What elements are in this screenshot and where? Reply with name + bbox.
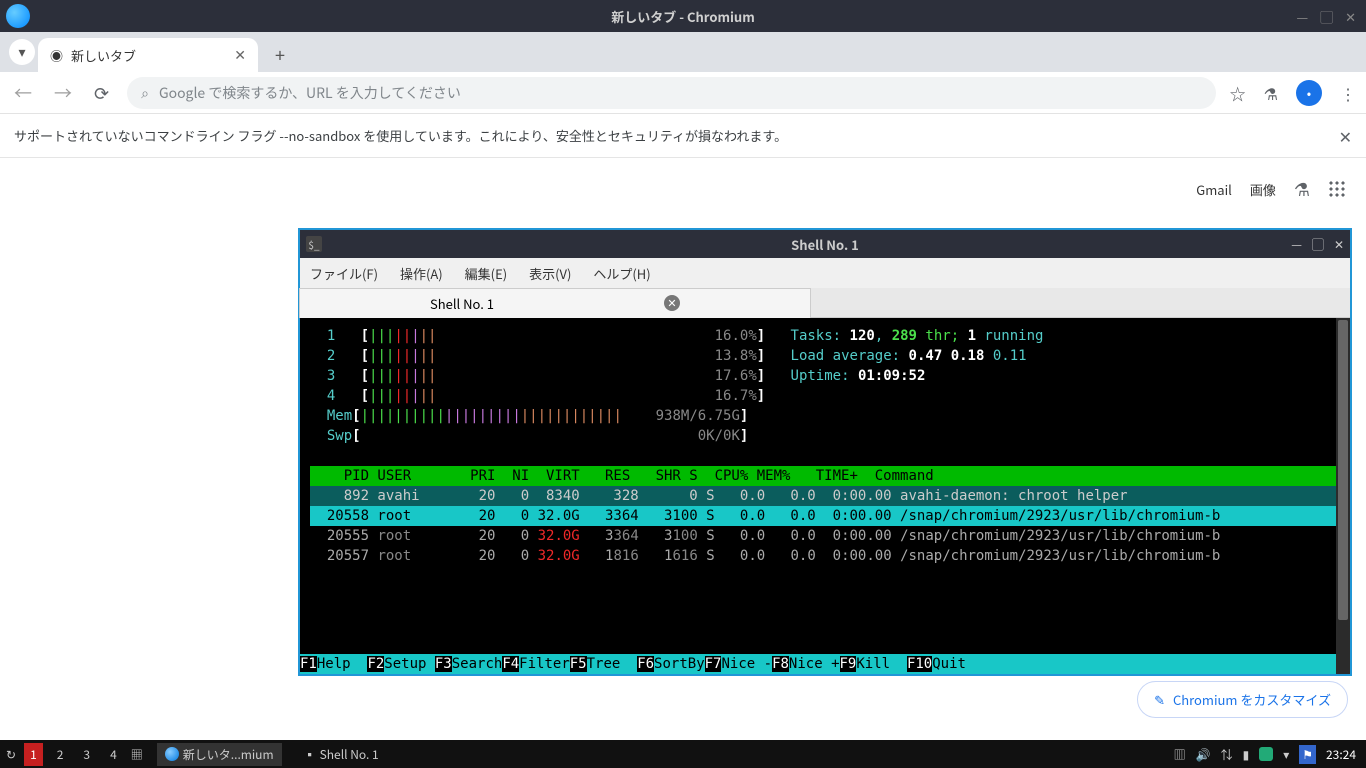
globe-icon: ◉ xyxy=(50,46,63,65)
browser-tab[interactable]: ◉ 新しいタブ ✕ xyxy=(38,38,258,72)
apps-grid-icon[interactable] xyxy=(1328,180,1346,198)
workspace-2[interactable]: 2 xyxy=(51,743,70,766)
terminal-tab-label: Shell No. 1 xyxy=(430,294,494,313)
bookmark-icon[interactable]: ☆ xyxy=(1230,81,1246,105)
terminal-tab-close-icon[interactable]: ✕ xyxy=(664,295,680,311)
flag-icon[interactable]: ⚑ xyxy=(1299,745,1316,764)
new-tab-button[interactable]: + xyxy=(266,41,294,69)
volume-icon[interactable]: 🔊 xyxy=(1196,746,1211,763)
search-icon: ⌕ xyxy=(141,83,149,103)
workspace-1[interactable]: 1 xyxy=(24,743,43,766)
terminal-tab[interactable]: Shell No. 1 ✕ xyxy=(299,288,811,318)
clock[interactable]: 23:24 xyxy=(1326,746,1356,763)
chromium-icon xyxy=(6,4,30,28)
minimize-icon[interactable]: — xyxy=(1296,7,1308,26)
tray-app-icon[interactable] xyxy=(1259,747,1273,761)
pencil-icon: ✎ xyxy=(1154,690,1165,709)
scrollbar[interactable] xyxy=(1336,318,1350,674)
profile-avatar[interactable]: • xyxy=(1296,80,1322,106)
term-minimize-icon[interactable]: — xyxy=(1291,236,1302,253)
show-desktop-icon[interactable]: ▦ xyxy=(131,746,143,763)
warning-text: サポートされていないコマンドライン フラグ --no-sandbox を使用して… xyxy=(14,126,787,145)
workspace-3[interactable]: 3 xyxy=(77,743,96,766)
top-links: Gmail 画像 ⚗ xyxy=(1196,176,1346,202)
taskbar: ↻ 1 2 3 4 ▦ 新しいタ...mium ▪ Shell No. 1 ▥ … xyxy=(0,740,1366,768)
htop-fkeys[interactable]: F1Help F2Setup F3SearchF4FilterF5Tree F6… xyxy=(300,654,1336,674)
menu-edit[interactable]: 編集(E) xyxy=(465,264,507,283)
window-titlebar: 新しいタブ - Chromium — ▢ ✕ xyxy=(0,0,1366,32)
battery-icon[interactable]: ▮ xyxy=(1243,746,1250,763)
taskbar-task-chromium[interactable]: 新しいタ...mium xyxy=(157,743,282,766)
menu-file[interactable]: ファイル(F) xyxy=(310,264,378,283)
menu-view[interactable]: 表示(V) xyxy=(529,264,571,283)
forward-button[interactable]: → xyxy=(50,76,76,110)
tab-strip: ▾ ◉ 新しいタブ ✕ + xyxy=(0,32,1366,72)
term-close-icon[interactable]: ✕ xyxy=(1334,236,1344,253)
omnibox-placeholder: Google で検索するか、URL を入力してください xyxy=(159,83,461,103)
tab-search-button[interactable]: ▾ xyxy=(9,39,35,65)
terminal-titlebar[interactable]: $_ Shell No. 1 — ▢ ✕ xyxy=(300,230,1350,258)
gmail-link[interactable]: Gmail xyxy=(1196,180,1232,199)
window-title: 新しいタブ - Chromium xyxy=(611,7,755,26)
terminal-menubar: ファイル(F) 操作(A) 編集(E) 表示(V) ヘルプ(H) xyxy=(300,258,1350,288)
maximize-icon[interactable]: ▢ xyxy=(1320,7,1333,26)
toolbar: ← → ⟳ ⌕ Google で検索するか、URL を入力してください ☆ ⚗ … xyxy=(0,72,1366,114)
dropdown-icon[interactable]: ▾ xyxy=(1283,746,1289,763)
labs-icon[interactable]: ⚗ xyxy=(1294,176,1310,202)
scrollbar-thumb[interactable] xyxy=(1338,320,1348,620)
omnibox[interactable]: ⌕ Google で検索するか、URL を入力してください xyxy=(127,77,1216,109)
terminal-body[interactable]: 1 [|||||||| 16.0%] Tasks: 120, 289 thr; … xyxy=(300,318,1350,674)
warning-bar: サポートされていないコマンドライン フラグ --no-sandbox を使用して… xyxy=(0,114,1366,158)
customize-label: Chromium をカスタマイズ xyxy=(1173,690,1331,709)
close-icon[interactable]: ✕ xyxy=(1345,7,1356,26)
terminal-window: $_ Shell No. 1 — ▢ ✕ ファイル(F) 操作(A) 編集(E)… xyxy=(298,228,1352,676)
warning-close-icon[interactable]: ✕ xyxy=(1339,124,1352,148)
customize-button[interactable]: ✎ Chromium をカスタマイズ xyxy=(1137,681,1348,718)
menu-help[interactable]: ヘルプ(H) xyxy=(593,264,650,283)
chromium-icon xyxy=(165,747,179,761)
terminal-icon: ▪ xyxy=(304,746,316,763)
terminal-tabbar: Shell No. 1 ✕ xyxy=(300,288,1350,318)
term-maximize-icon[interactable]: ▢ xyxy=(1312,236,1324,253)
labs-icon[interactable]: ⚗ xyxy=(1264,81,1278,105)
workspace-4[interactable]: 4 xyxy=(104,743,123,766)
terminal-title: Shell No. 1 xyxy=(791,235,859,254)
menu-operation[interactable]: 操作(A) xyxy=(400,264,443,283)
menu-icon[interactable]: ⋮ xyxy=(1340,81,1356,105)
menu-launcher-icon[interactable]: ↻ xyxy=(6,746,16,763)
back-button[interactable]: ← xyxy=(10,76,36,110)
tab-label: 新しいタブ xyxy=(71,46,136,65)
task-label: Shell No. 1 xyxy=(320,746,379,763)
tray-icon[interactable]: ▥ xyxy=(1174,746,1186,763)
taskbar-task-shell[interactable]: ▪ Shell No. 1 xyxy=(296,743,387,766)
task-label: 新しいタ...mium xyxy=(183,746,274,763)
tab-close-icon[interactable]: ✕ xyxy=(234,45,246,65)
images-link[interactable]: 画像 xyxy=(1250,180,1276,199)
network-icon[interactable]: ⇅ xyxy=(1221,746,1233,763)
terminal-icon: $_ xyxy=(306,236,322,252)
browser-content: Gmail 画像 ⚗ ✎ Chromium をカスタマイズ $_ Shell N… xyxy=(0,158,1366,740)
reload-button[interactable]: ⟳ xyxy=(90,76,113,110)
